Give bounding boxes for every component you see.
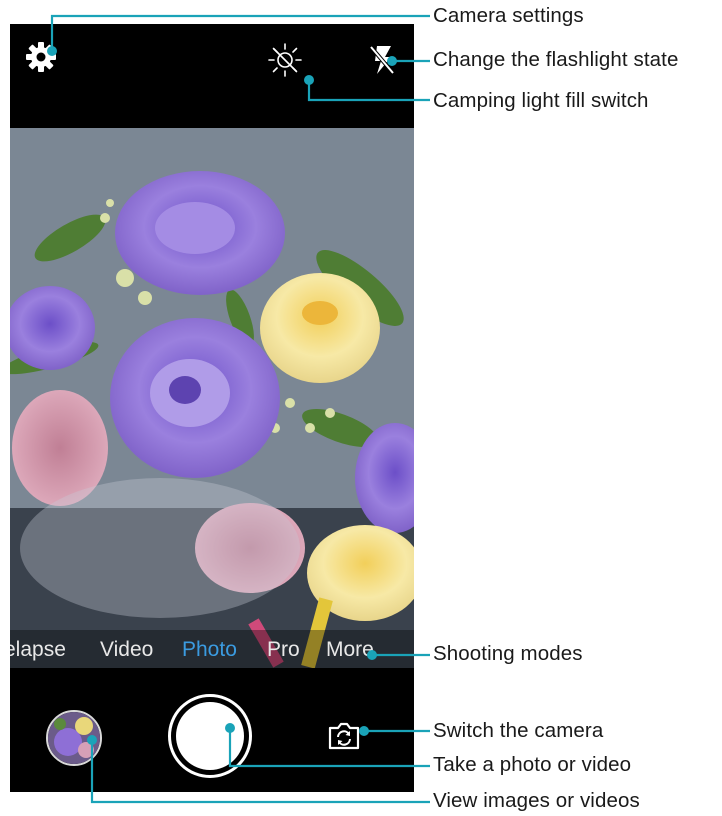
camera-screen: elapse Video Photo Pro More: [10, 24, 414, 792]
shooting-modes-bar: elapse Video Photo Pro More: [10, 630, 414, 670]
callout-camera-settings: Camera settings: [433, 4, 584, 27]
flower-bouquet-image: [10, 128, 414, 668]
camera-viewfinder[interactable]: [10, 128, 414, 668]
callout-flashlight-state: Change the flashlight state: [433, 48, 679, 71]
callout-shooting-modes: Shooting modes: [433, 642, 583, 665]
shutter-inner: [176, 702, 244, 770]
flashlight-state-button[interactable]: [362, 40, 402, 80]
switch-camera-icon: [326, 722, 362, 758]
mode-video[interactable]: Video: [100, 638, 153, 662]
mode-more[interactable]: More: [326, 638, 374, 662]
mode-photo[interactable]: Photo: [182, 638, 237, 662]
callout-camping-light: Camping light fill switch: [433, 89, 649, 112]
top-bar: [10, 24, 414, 128]
light-off-icon: [267, 42, 303, 78]
camping-light-switch[interactable]: [265, 40, 305, 80]
gallery-thumbnail[interactable]: [46, 710, 102, 766]
callout-take-photo: Take a photo or video: [433, 753, 632, 776]
flash-off-icon: [365, 43, 399, 77]
callout-view-images: View images or videos: [433, 789, 640, 812]
shutter-button[interactable]: [168, 694, 252, 778]
gear-icon: [24, 40, 58, 74]
bottom-bar: [10, 670, 414, 792]
mode-timelapse[interactable]: elapse: [10, 638, 66, 662]
callout-switch-camera: Switch the camera: [433, 719, 604, 742]
camera-settings-button[interactable]: [21, 37, 61, 77]
switch-camera-button[interactable]: [326, 718, 362, 754]
mode-pro[interactable]: Pro: [267, 638, 300, 662]
